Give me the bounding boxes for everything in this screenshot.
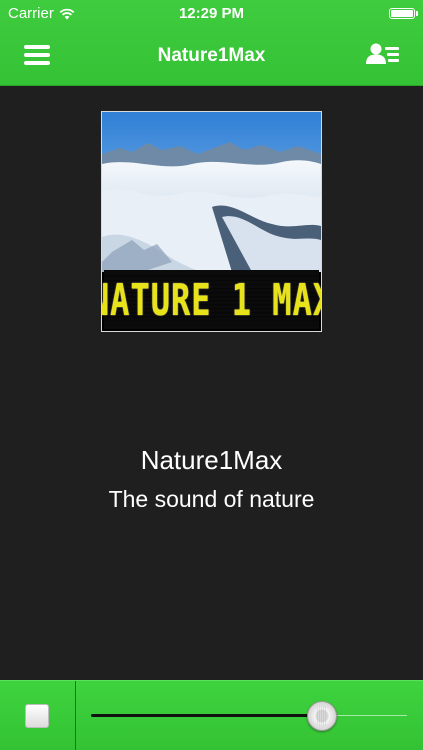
stop-button[interactable] — [25, 704, 49, 728]
volume-slider[interactable] — [91, 701, 407, 731]
top-bar: Carrier 12:29 PM Nature1Max — [0, 0, 423, 86]
volume-track-filled — [91, 714, 322, 717]
album-artwork: NATURE 1 MAX — [101, 111, 322, 332]
station-name: Nature1Max — [140, 445, 283, 475]
logo-text: NATURE 1 MAX — [102, 273, 321, 326]
player-controls — [0, 680, 423, 750]
contacts-icon — [366, 43, 399, 64]
battery-icon — [389, 8, 418, 19]
status-bar: Carrier 12:29 PM — [0, 0, 423, 28]
status-time: 12:29 PM — [178, 5, 245, 22]
nav-bar: Nature1Max — [0, 28, 423, 85]
page-title: Nature1Max — [157, 45, 266, 66]
contacts-button[interactable] — [365, 42, 403, 68]
stop-cell — [0, 681, 76, 750]
station-tagline: The sound of nature — [108, 486, 315, 512]
volume-slider-thumb[interactable] — [307, 701, 337, 731]
logo-banner: NATURE 1 MAX — [102, 270, 321, 329]
screen: Carrier 12:29 PM Nature1Max NATURE 1 MAX… — [0, 0, 423, 750]
